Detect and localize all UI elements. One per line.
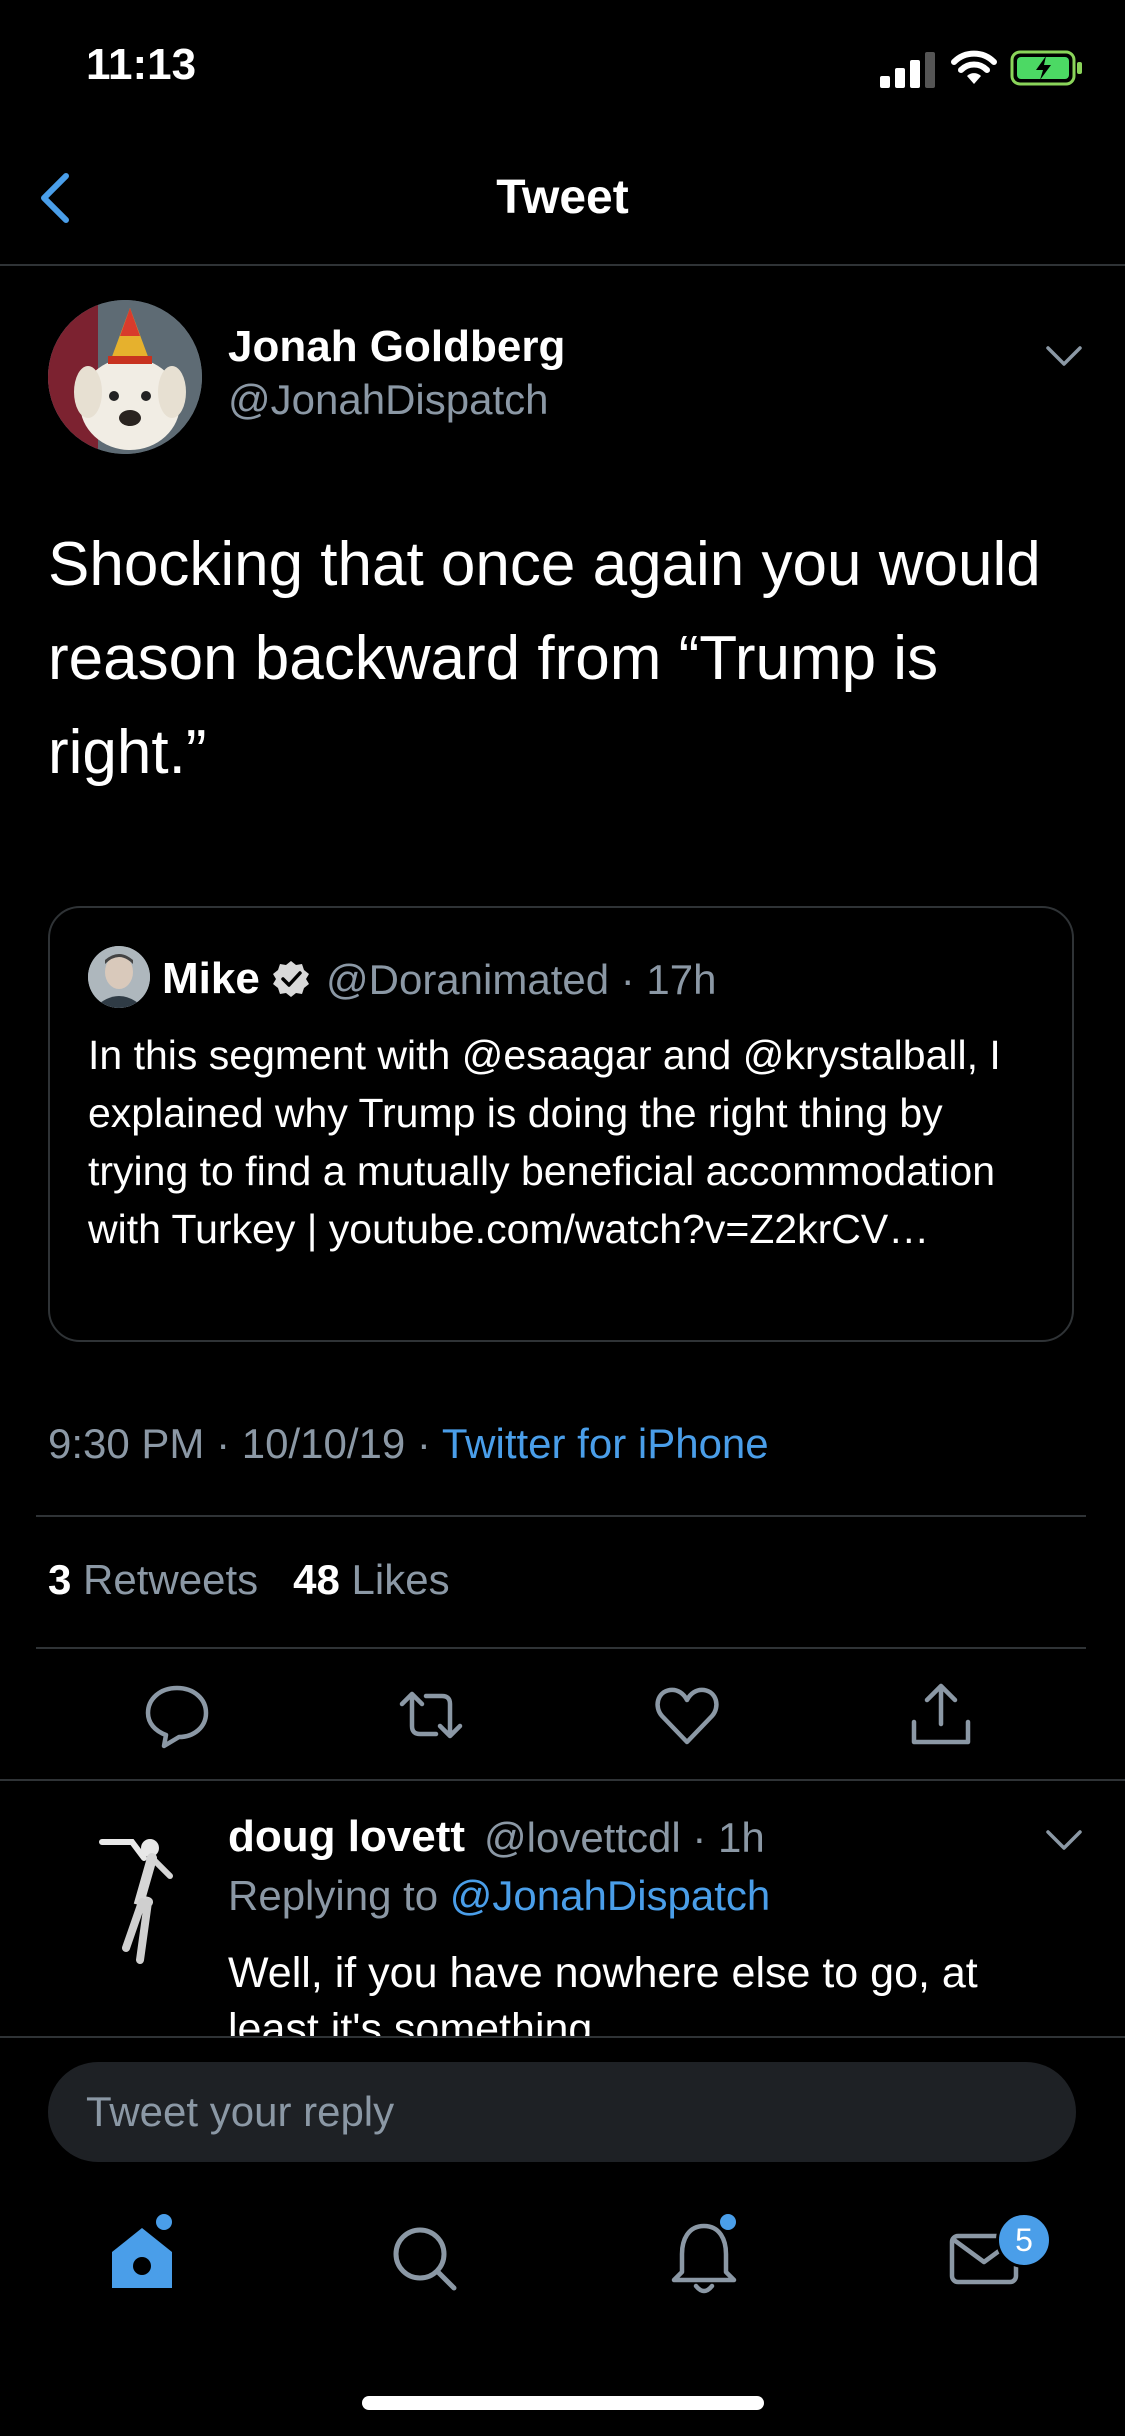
retweets-label: Retweets: [83, 1556, 259, 1603]
notifications-unread-dot: [720, 2214, 736, 2230]
reply-meta: @lovettcdl · 1h: [484, 1814, 765, 1861]
battery-charging-icon: [1010, 50, 1082, 86]
retweets-stat[interactable]: 3 Retweets: [48, 1556, 258, 1603]
replying-to: Replying to @JonahDispatch: [228, 1872, 770, 1920]
tweet-text: Shocking that once again you would reaso…: [48, 530, 1041, 787]
replying-to-label: Replying to: [228, 1872, 439, 1919]
home-unread-dot: [156, 2214, 172, 2230]
search-icon[interactable]: [384, 2218, 464, 2298]
reply-author-handle[interactable]: @lovettcdl: [484, 1814, 681, 1861]
messages-badge: 5: [996, 2212, 1052, 2268]
chevron-down-icon[interactable]: [1044, 344, 1084, 368]
quote-author-handle: @Doranimated: [326, 956, 610, 1003]
share-icon[interactable]: [906, 1680, 976, 1750]
verified-icon: [273, 961, 309, 997]
retweet-icon[interactable]: [396, 1680, 466, 1750]
quote-author-avatar: [88, 946, 150, 1008]
reply-time: 1h: [718, 1814, 765, 1861]
like-icon[interactable]: [652, 1680, 722, 1750]
reply-input[interactable]: [48, 2062, 1076, 2162]
stats-divider: [36, 1647, 1086, 1649]
actions-divider: [0, 1779, 1125, 1781]
quote-meta: @Doranimated · 17h: [326, 956, 717, 1003]
status-time: 11:13: [86, 40, 197, 89]
tweet-stats: 3 Retweets 48 Likes: [48, 1556, 450, 1604]
composer-divider: [0, 2036, 1125, 2038]
replying-to-link[interactable]: @JonahDispatch: [450, 1872, 770, 1919]
quote-time: 17h: [646, 956, 717, 1003]
tweet-source-link[interactable]: Twitter for iPhone: [442, 1420, 769, 1467]
home-icon[interactable]: [102, 2218, 182, 2298]
reply-icon[interactable]: [142, 1680, 212, 1750]
cellular-signal-icon: [880, 52, 935, 88]
dog-party-hat-image: [48, 300, 202, 454]
author-name[interactable]: Jonah Goldberg: [228, 322, 565, 372]
author-handle[interactable]: @JonahDispatch: [228, 376, 548, 424]
meta-divider: [36, 1515, 1086, 1517]
tweet-timestamp: 9:30 PM · 10/10/19 · Twitter for iPhone: [48, 1420, 769, 1467]
retweets-count: 3: [48, 1556, 72, 1603]
reply-text: Well, if you have nowhere else to go, at…: [228, 1949, 978, 2037]
nav-divider: [0, 264, 1125, 266]
reply-author-name[interactable]: doug lovett: [228, 1812, 465, 1862]
likes-stat[interactable]: 48 Likes: [293, 1556, 449, 1603]
chevron-down-icon[interactable]: [1044, 1828, 1084, 1852]
reply-author-avatar[interactable]: [92, 1820, 196, 1970]
quote-author-name: Mike: [162, 954, 260, 1003]
wifi-icon: [951, 50, 997, 84]
tweet-date: 10/10/19: [241, 1420, 406, 1467]
tweet-time: 9:30 PM: [48, 1420, 205, 1467]
quote-text: In this segment with @esaagar and @kryst…: [88, 1032, 1001, 1252]
likes-count: 48: [293, 1556, 340, 1603]
quoted-tweet-card[interactable]: Mike @Doranimated · 17h In this segment …: [48, 906, 1074, 1342]
author-avatar[interactable]: [48, 300, 202, 454]
page-title: Tweet: [496, 171, 629, 224]
home-indicator: [362, 2396, 764, 2410]
notifications-icon[interactable]: [664, 2218, 744, 2298]
likes-label: Likes: [351, 1556, 450, 1603]
